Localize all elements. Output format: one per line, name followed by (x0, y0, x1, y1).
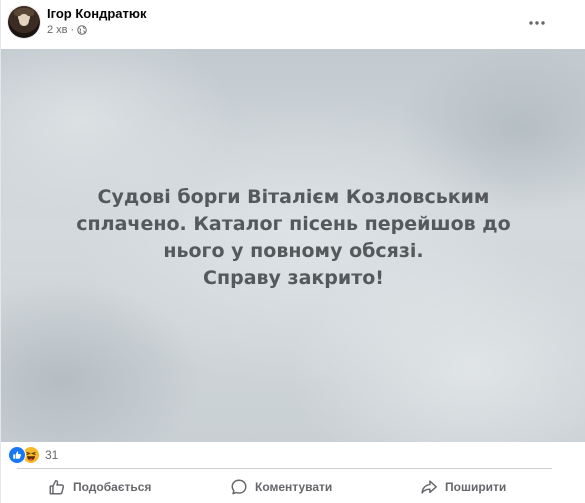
image-text-line: Справу закрито! (203, 267, 384, 289)
post-header: Ігор Кондратюк 2 хв · (1, 0, 585, 48)
more-icon (529, 21, 545, 25)
comment-icon (231, 479, 247, 495)
globe-icon[interactable] (77, 25, 87, 35)
post-meta: 2 хв · (47, 24, 87, 36)
meta-separator: · (70, 24, 75, 36)
action-bar: Подобається Коментувати Поширити (1, 472, 585, 502)
divider (17, 468, 552, 469)
like-reaction-icon (8, 446, 26, 464)
comment-button[interactable]: Коментувати (230, 472, 332, 502)
reactions-summary[interactable]: 31 (8, 446, 58, 464)
post-time[interactable]: 2 хв (47, 24, 68, 36)
like-label: Подобається (73, 480, 152, 494)
share-icon (421, 480, 437, 494)
share-label: Поширити (445, 480, 507, 494)
post-card: Ігор Кондратюк 2 хв · Судові борги Вітал… (0, 0, 585, 503)
like-button[interactable]: Подобається (48, 472, 151, 502)
reaction-count[interactable]: 31 (45, 448, 58, 462)
image-text: Судові борги Віталієм Козловським сплаче… (21, 184, 566, 292)
share-button[interactable]: Поширити (420, 472, 506, 502)
author-name[interactable]: Ігор Кондратюк (47, 6, 146, 21)
image-text-line: нього у повному обсязі. (163, 240, 424, 262)
avatar[interactable] (8, 6, 40, 38)
more-options-button[interactable] (524, 10, 550, 36)
image-text-line: Судові борги Віталієм Козловським (97, 186, 490, 208)
image-text-line: сплачено. Каталог пісень перейшов до (76, 213, 511, 235)
comment-label: Коментувати (255, 480, 333, 494)
thumbs-up-icon (49, 479, 65, 495)
